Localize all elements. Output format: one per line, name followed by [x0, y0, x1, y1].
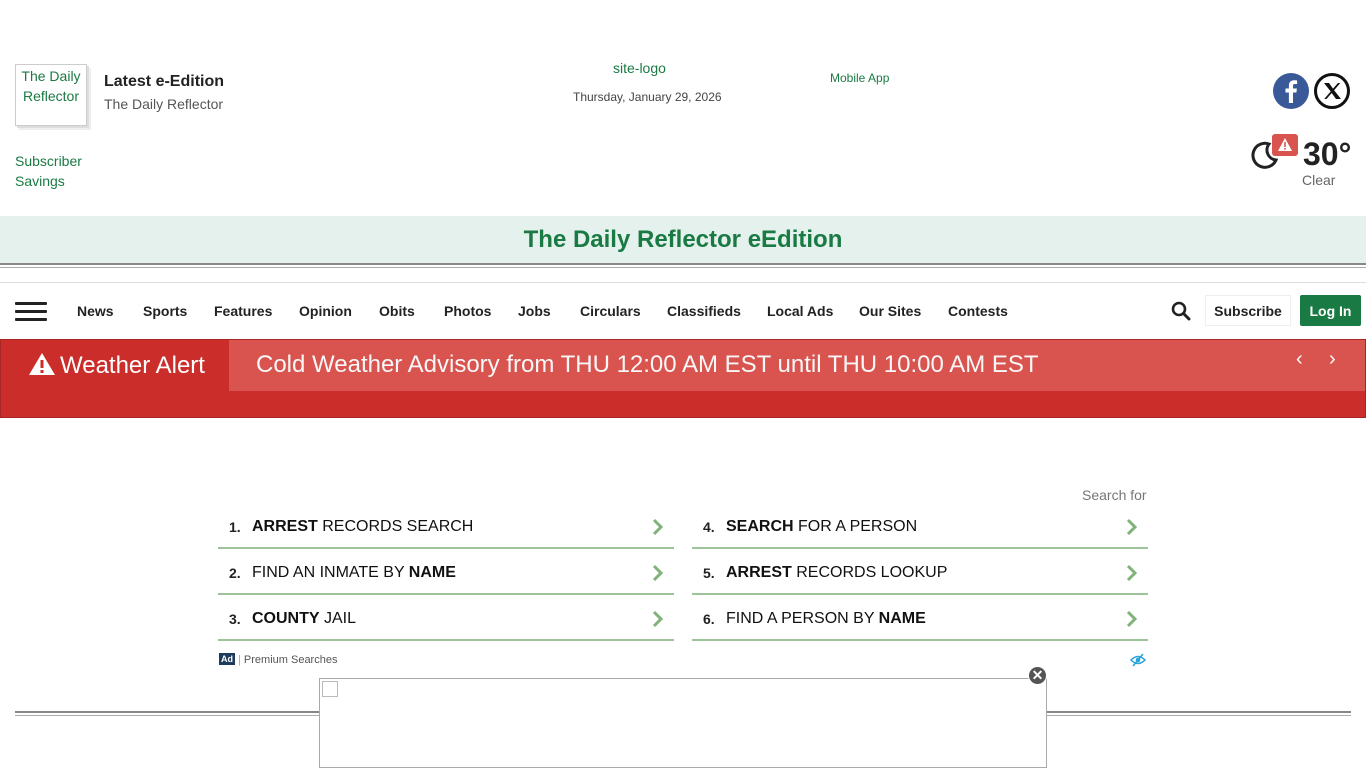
chevron-right-icon: [1126, 564, 1138, 582]
site-header: The Daily Reflector Latest e-Edition The…: [0, 0, 1366, 216]
current-date: Thursday, January 29, 2026: [573, 90, 722, 104]
nav-item-obits[interactable]: Obits: [379, 303, 415, 319]
mobile-app-link[interactable]: Mobile App: [830, 71, 889, 85]
weather-alert-message[interactable]: Cold Weather Advisory from THU 12:00 AM …: [229, 340, 1365, 391]
ad-search-item[interactable]: 5. ARREST RECORDS LOOKUP: [692, 549, 1148, 595]
ad-search-item[interactable]: 4. SEARCH FOR A PERSON: [692, 503, 1148, 549]
nav-item-news[interactable]: News: [77, 303, 114, 319]
nav-item-opinion[interactable]: Opinion: [299, 303, 352, 319]
hamburger-menu-icon[interactable]: [15, 302, 47, 322]
eye-slash-icon[interactable]: [1130, 653, 1146, 667]
broken-image-icon: [322, 681, 338, 697]
ad-search-item[interactable]: 6. FIND A PERSON BY NAME: [692, 595, 1148, 641]
banner-divider: [0, 263, 1366, 268]
weather-alert-label[interactable]: Weather Alert: [28, 352, 218, 379]
main-navigation: News Sports Features Opinion Obits Photo…: [0, 282, 1366, 339]
weather-alert-badge[interactable]: [1272, 134, 1298, 156]
nav-item-local-ads[interactable]: Local Ads: [767, 303, 833, 319]
nav-item-photos[interactable]: Photos: [444, 303, 491, 319]
ad-footer[interactable]: Ad | Premium Searches: [219, 653, 337, 666]
site-logo[interactable]: site-logo: [613, 60, 666, 76]
close-ad-button[interactable]: ✕: [1028, 666, 1047, 685]
chevron-right-icon: [652, 564, 664, 582]
nav-item-features[interactable]: Features: [214, 303, 272, 319]
alert-prev-button[interactable]: ‹: [1296, 348, 1303, 371]
eedition-title[interactable]: Latest e-Edition: [104, 73, 224, 91]
chevron-right-icon: [1126, 518, 1138, 536]
nav-item-classifieds[interactable]: Classifieds: [667, 303, 741, 319]
search-for-label: Search for: [1082, 487, 1147, 503]
alert-next-button[interactable]: ›: [1329, 348, 1336, 371]
chevron-right-icon: [652, 610, 664, 628]
nav-item-sports[interactable]: Sports: [143, 303, 187, 319]
ad-search-item[interactable]: 3. COUNTY JAIL: [218, 595, 674, 641]
eedition-banner-title[interactable]: The Daily Reflector eEdition: [524, 226, 843, 254]
nav-item-contests[interactable]: Contests: [948, 303, 1008, 319]
eedition-thumbnail[interactable]: The Daily Reflector: [15, 64, 87, 126]
eedition-banner[interactable]: The Daily Reflector eEdition: [0, 216, 1366, 263]
subscriber-savings-link[interactable]: Subscriber Savings: [15, 151, 125, 191]
ad-badge: Ad: [219, 653, 235, 665]
login-button[interactable]: Log In: [1300, 295, 1361, 326]
premium-searches-label: Premium Searches: [243, 654, 338, 666]
sticky-ad-frame[interactable]: [319, 678, 1047, 768]
nav-item-jobs[interactable]: Jobs: [518, 303, 551, 319]
chevron-right-icon: [652, 518, 664, 536]
weather-condition: Clear: [1302, 172, 1336, 188]
warning-icon: [29, 353, 55, 375]
weather-alert-bar: Weather Alert Cold Weather Advisory from…: [0, 339, 1366, 418]
search-icon[interactable]: [1171, 301, 1191, 321]
weather-temperature[interactable]: 30°: [1303, 136, 1351, 173]
subscribe-button[interactable]: Subscribe: [1205, 295, 1291, 326]
x-twitter-icon[interactable]: [1314, 73, 1350, 109]
nav-item-circulars[interactable]: Circulars: [580, 303, 641, 319]
chevron-right-icon: [1126, 610, 1138, 628]
facebook-icon[interactable]: [1273, 73, 1309, 109]
ad-search-item[interactable]: 1. ARREST RECORDS SEARCH: [218, 503, 674, 549]
eedition-subtitle: The Daily Reflector: [104, 96, 224, 112]
ad-search-item[interactable]: 2. FIND AN INMATE BY NAME: [218, 549, 674, 595]
nav-item-our-sites[interactable]: Our Sites: [859, 303, 921, 319]
